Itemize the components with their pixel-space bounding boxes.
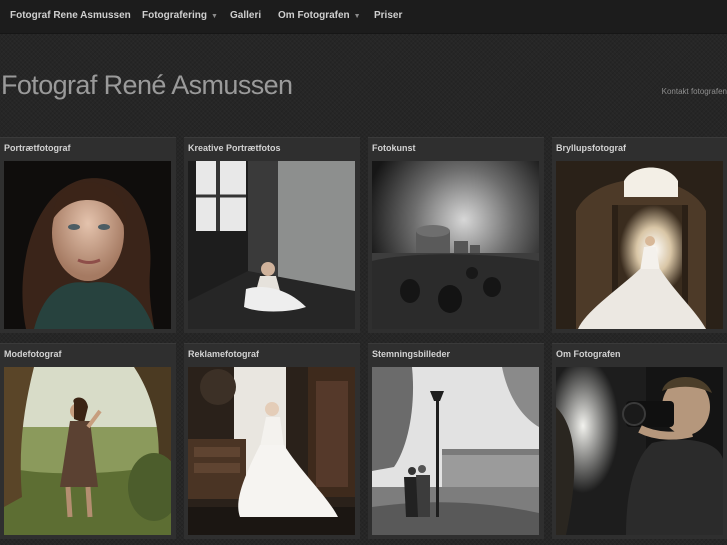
contact-link[interactable]: Kontakt fotografen [662,87,727,96]
gallery-card-stemningsbilleder[interactable]: Stemningsbilleder [368,343,544,539]
advertising-photo[interactable] [188,367,355,535]
nav-item-label: Fotografering [142,10,207,21]
top-navigation: Fotograf Rene Asmussen Fotografering ▼ Ga… [0,0,727,34]
portrait-photo[interactable] [4,161,171,329]
card-title: Bryllupsfotograf [556,143,627,153]
gallery-card-bryllupsfotograf[interactable]: Bryllupsfotograf [552,137,727,333]
nav-item-label: Om Fotografen [278,10,350,21]
card-title: Kreative Portrætfotos [188,143,281,153]
gallery-card-kreative-portraetfotos[interactable]: Kreative Portrætfotos [184,137,360,333]
nav-item-priser[interactable]: Priser [374,0,402,33]
photo-art[interactable] [372,161,539,329]
page-title[interactable]: Fotograf René Asmussen [1,70,293,101]
gallery-card-om-fotografen[interactable]: Om Fotografen [552,343,727,539]
nav-item-om-fotografen[interactable]: Om Fotografen ▼ [278,0,361,33]
gallery-card-fotokunst[interactable]: Fotokunst [368,137,544,333]
card-title: Fotokunst [372,143,416,153]
card-title: Stemningsbilleder [372,349,451,359]
gallery-card-portraetfotograf[interactable]: Portrætfotograf [0,137,176,333]
nav-item-fotografering[interactable]: Fotografering ▼ [142,0,218,33]
card-title: Portrætfotograf [4,143,71,153]
creative-portrait-photo[interactable] [188,161,355,329]
nav-brand-link[interactable]: Fotograf Rene Asmussen [10,0,131,33]
photographer-photo[interactable] [556,367,723,535]
card-title: Reklamefotograf [188,349,260,359]
gallery-card-modefotograf[interactable]: Modefotograf [0,343,176,539]
card-title: Modefotograf [4,349,62,359]
chevron-down-icon: ▼ [353,13,361,20]
gallery-card-reklamefotograf[interactable]: Reklamefotograf [184,343,360,539]
chevron-down-icon: ▼ [211,13,218,20]
nav-item-galleri[interactable]: Galleri [230,0,261,33]
mood-photo[interactable] [372,367,539,535]
wedding-photo[interactable] [556,161,723,329]
fashion-photo[interactable] [4,367,171,535]
card-title: Om Fotografen [556,349,621,359]
